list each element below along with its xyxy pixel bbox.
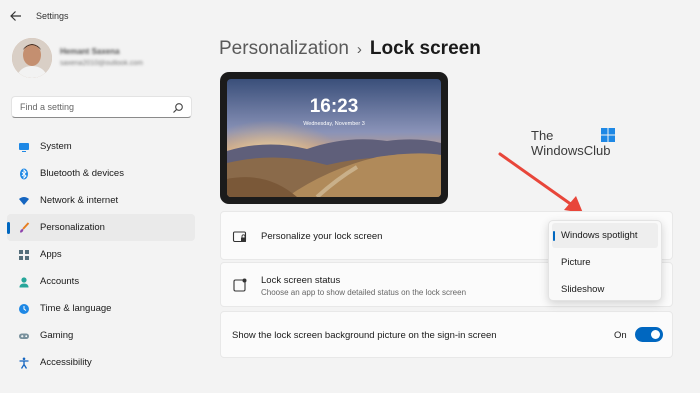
sidebar-item-apps[interactable]: Apps [7, 241, 195, 268]
sidebar-nav: System Bluetooth & devices Network & int… [7, 133, 195, 376]
accessibility-icon [18, 357, 30, 369]
signin-background-card: Show the lock screen background picture … [220, 311, 673, 358]
search-icon[interactable] [172, 101, 184, 113]
preview-clock: 16:23 [309, 96, 359, 117]
option-label: Picture [561, 257, 591, 268]
title-bar: Settings [0, 0, 700, 32]
sidebar-item-label: Time & language [40, 303, 112, 314]
breadcrumb-separator: › [356, 41, 362, 58]
signin-background-toggle[interactable] [635, 327, 663, 342]
signin-label: Show the lock screen background picture … [232, 330, 497, 341]
toggle-knob [651, 330, 660, 339]
apps-icon [18, 249, 30, 261]
dropdown-option-slideshow[interactable]: Slideshow [552, 277, 658, 302]
sidebar-item-label: Accounts [40, 276, 80, 287]
sidebar-item-label: Apps [40, 249, 62, 260]
monitor-icon [18, 141, 30, 153]
globe-clock-icon [18, 303, 30, 315]
preview-wallpaper: 16:23 Wednesday, November 3 [227, 79, 441, 197]
sidebar-item-label: Accessibility [40, 357, 92, 368]
brush-icon [18, 221, 30, 234]
sidebar-item-label: Bluetooth & devices [40, 168, 124, 179]
toggle-state-label: On [614, 330, 627, 341]
sidebar-item-time-language[interactable]: Time & language [7, 295, 195, 322]
breadcrumb-parent[interactable]: Personalization [219, 38, 349, 59]
sidebar-item-bluetooth[interactable]: Bluetooth & devices [7, 160, 195, 187]
sidebar-item-gaming[interactable]: Gaming [7, 322, 195, 349]
profile-name: Hemant Saxena [60, 47, 120, 56]
sidebar-item-personalization[interactable]: Personalization [7, 214, 195, 241]
window-title: Settings [36, 11, 69, 21]
sidebar-item-label: System [40, 141, 72, 152]
wifi-icon [18, 195, 30, 207]
gamepad-icon [18, 330, 30, 342]
option-label: Windows spotlight [561, 230, 638, 241]
breadcrumb: Personalization › Lock screen [219, 38, 481, 60]
dropdown-option-windows-spotlight[interactable]: Windows spotlight [552, 223, 658, 248]
personalize-label: Personalize your lock screen [261, 231, 383, 242]
lock-screen-icon [232, 229, 248, 245]
search-input[interactable]: Find a setting [20, 102, 74, 112]
status-label: Lock screen status [261, 275, 341, 286]
sidebar-item-label: Personalization [40, 222, 105, 233]
preview-date: Wednesday, November 3 [303, 121, 365, 127]
lock-screen-type-dropdown[interactable]: Windows spotlight Picture Slideshow [548, 220, 662, 301]
sidebar-item-system[interactable]: System [7, 133, 195, 160]
page-title: Lock screen [369, 38, 481, 59]
status-app-icon [232, 277, 248, 293]
sidebar-item-network[interactable]: Network & internet [7, 187, 195, 214]
sidebar-item-label: Network & internet [40, 195, 119, 206]
sidebar-item-accounts[interactable]: Accounts [7, 268, 195, 295]
lock-screen-preview: 16:23 Wednesday, November 3 [220, 72, 448, 204]
sidebar-item-label: Gaming [40, 330, 74, 341]
person-icon [18, 276, 30, 288]
back-arrow-icon[interactable] [10, 10, 24, 22]
annotation-arrow-icon [498, 152, 583, 213]
windows-logo-icon [600, 127, 616, 143]
sidebar-item-accessibility[interactable]: Accessibility [7, 349, 195, 376]
avatar[interactable] [12, 38, 52, 78]
dropdown-option-picture[interactable]: Picture [552, 250, 658, 275]
option-label: Slideshow [561, 284, 605, 295]
profile-email: saxena2010@outlook.com [60, 60, 143, 67]
bluetooth-icon [18, 168, 30, 180]
status-description: Choose an app to show detailed status on… [261, 288, 467, 297]
search-box[interactable]: Find a setting [11, 96, 192, 118]
watermark-line1: The [531, 128, 554, 143]
